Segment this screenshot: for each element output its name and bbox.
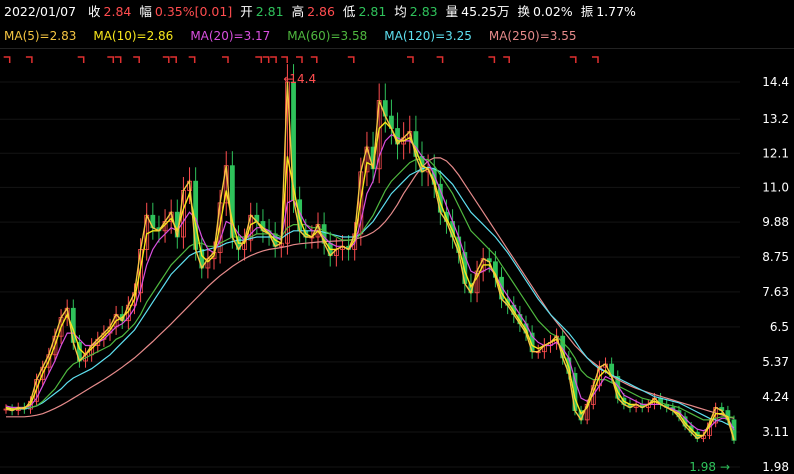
event-marker bbox=[255, 56, 263, 63]
ma-legend-item: MA(60)=3.58 bbox=[287, 29, 368, 43]
quote-field-value: 0.02% bbox=[532, 4, 573, 19]
ma-line-ma20 bbox=[5, 133, 735, 432]
event-marker bbox=[77, 56, 85, 63]
ma-legend-item: MA(120)=3.25 bbox=[384, 29, 472, 43]
quote-field-label: 开 bbox=[240, 4, 253, 19]
ma-legend: MA(5)=2.83 MA(10)=2.86 MA(20)=3.17 MA(60)=3… bbox=[4, 27, 593, 45]
quote-field-label: 幅 bbox=[139, 4, 152, 19]
y-tick-label: 14.4 bbox=[762, 75, 789, 89]
event-marker bbox=[436, 56, 444, 63]
quote-field-label: 振 bbox=[580, 4, 594, 19]
y-tick-label: 1.98 bbox=[762, 460, 789, 474]
event-marker bbox=[162, 56, 170, 63]
y-tick-label: 13.2 bbox=[762, 112, 789, 126]
y-tick-label: 9.88 bbox=[762, 215, 789, 229]
quote-info-row: 2022/01/07 收 2.84 幅 0.35%[0.01] 开 2.81 高 2.86 低 2… bbox=[4, 2, 636, 22]
ma-line-ma10 bbox=[5, 121, 735, 440]
quote-field-value: 2.86 bbox=[307, 4, 335, 19]
event-marker bbox=[592, 56, 599, 63]
event-marker bbox=[188, 56, 196, 63]
y-tick-label: 12.1 bbox=[762, 146, 789, 160]
quote-field-value: 2.81 bbox=[255, 4, 284, 19]
event-marker bbox=[3, 56, 11, 63]
ma-line-ma5 bbox=[5, 81, 735, 441]
candlesticks bbox=[3, 64, 737, 444]
quote-field-value: 2.84 bbox=[103, 4, 132, 19]
y-tick-label: 5.37 bbox=[762, 355, 789, 369]
ma-line-ma120 bbox=[6, 166, 735, 429]
event-marker bbox=[488, 56, 496, 63]
y-tick-label: 7.63 bbox=[762, 285, 789, 299]
low-annotation: 1.98 bbox=[689, 460, 716, 474]
quote-field-value: 45.25万 bbox=[461, 4, 510, 19]
event-marker bbox=[270, 56, 277, 63]
quote-field-value: 2.81 bbox=[358, 4, 387, 19]
quote-field-label: 高 bbox=[291, 4, 305, 19]
event-marker bbox=[25, 56, 33, 63]
event-marker bbox=[407, 56, 414, 63]
kline-chart[interactable]: 14.4 13.2 12.1 11.0 9.88 8.75 7.63 6.5 5.37 4.24 3… bbox=[0, 50, 794, 474]
quote-field-label: 换 bbox=[517, 4, 530, 19]
header-divider bbox=[0, 48, 794, 49]
ma-legend-item: MA(250)=3.55 bbox=[488, 29, 577, 43]
y-tick-label: 4.24 bbox=[762, 390, 789, 404]
quote-field-label: 收 bbox=[88, 4, 101, 19]
quote-field-label: 均 bbox=[394, 4, 407, 19]
quote-fields: 收 2.84 幅 0.35%[0.01] 开 2.81 高 2.86 低 2.81 均 2.83 量 45… bbox=[80, 4, 636, 19]
low-arrow: → bbox=[720, 460, 730, 474]
ma-line-ma60 bbox=[6, 158, 735, 421]
y-tick-label: 8.75 bbox=[762, 250, 789, 264]
ma-legend-item: MA(20)=3.17 bbox=[190, 29, 271, 43]
grid-lines bbox=[0, 81, 740, 468]
event-markers bbox=[3, 56, 599, 63]
ma-legend-item: MA(10)=2.86 bbox=[93, 29, 174, 43]
y-tick-label: 11.0 bbox=[762, 180, 789, 194]
quote-field-label: 量 bbox=[445, 4, 459, 19]
quote-field-label: 低 bbox=[342, 4, 356, 19]
event-marker bbox=[170, 56, 177, 63]
event-marker bbox=[133, 56, 140, 63]
event-marker bbox=[222, 56, 229, 63]
event-marker bbox=[310, 56, 318, 63]
y-tick-label: 6.5 bbox=[770, 320, 789, 334]
quote-field-value: 2.83 bbox=[409, 4, 438, 19]
ma-lines bbox=[5, 81, 735, 441]
y-tick-label: 3.11 bbox=[762, 425, 789, 439]
event-marker bbox=[281, 56, 288, 63]
quote-field-value: 0.35%[0.01] bbox=[154, 4, 233, 19]
event-marker bbox=[296, 56, 303, 63]
event-marker bbox=[107, 56, 115, 63]
event-marker bbox=[503, 56, 510, 63]
quote-field-value: 1.77% bbox=[596, 4, 636, 19]
event-marker bbox=[569, 56, 577, 63]
quote-date: 2022/01/07 bbox=[4, 4, 77, 19]
y-axis: 14.4 13.2 12.1 11.0 9.88 8.75 7.63 6.5 5.37 4.24 3… bbox=[762, 75, 789, 474]
high-arrow: ← bbox=[283, 72, 293, 86]
event-marker bbox=[347, 56, 355, 63]
ma-legend-item: MA(5)=2.83 bbox=[4, 29, 77, 43]
event-marker bbox=[114, 56, 122, 63]
event-marker bbox=[262, 56, 270, 63]
ma-line-ma250 bbox=[6, 157, 735, 419]
